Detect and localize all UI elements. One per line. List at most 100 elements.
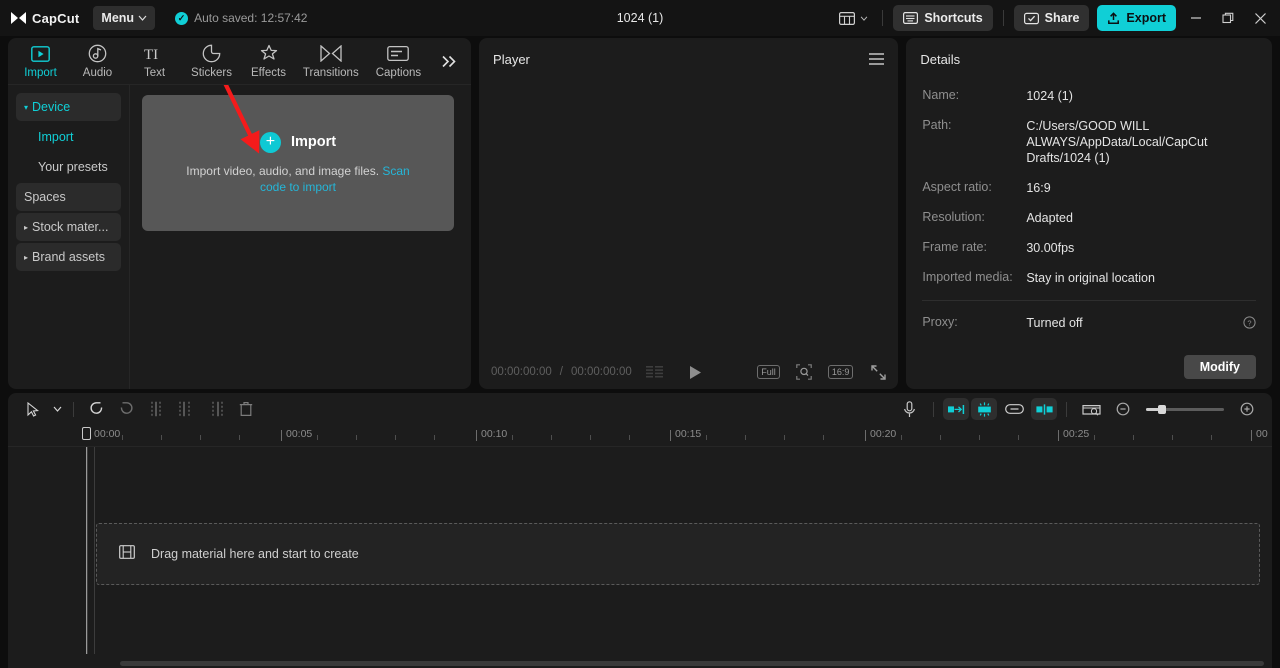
- ruler-tick: [1018, 435, 1019, 440]
- tab-import[interactable]: Import: [12, 39, 69, 83]
- details-header: Details: [906, 38, 1272, 80]
- close-button[interactable]: [1244, 3, 1276, 33]
- menu-button[interactable]: Menu: [93, 6, 155, 30]
- ruler-tick-major: [1251, 430, 1252, 441]
- ruler-tick: [1211, 435, 1212, 440]
- export-label: Export: [1126, 11, 1166, 25]
- ruler-tick: [239, 435, 240, 440]
- ruler-tick: [706, 435, 707, 440]
- details-panel: Details Name: 1024 (1) Path: C:/Users/GO…: [906, 38, 1272, 389]
- ruler-label: 00:15: [675, 428, 701, 440]
- mirror-split-icon[interactable]: [1031, 398, 1057, 420]
- sidebar-item-device[interactable]: ▾ Device: [16, 93, 121, 121]
- microphone-icon[interactable]: [894, 396, 924, 422]
- ruler-tick: [1094, 435, 1095, 440]
- detail-row-resolution: Resolution: Adapted: [922, 210, 1256, 226]
- layout-switch-button[interactable]: [831, 5, 876, 31]
- detail-value: Stay in original location: [1026, 270, 1256, 286]
- ruler-label: 00:00: [94, 428, 120, 440]
- ruler-tick: [395, 435, 396, 440]
- tab-captions[interactable]: Captions: [365, 39, 433, 83]
- dropzone-label: Drag material here and start to create: [151, 547, 359, 561]
- aspect-ratio-button[interactable]: 16:9: [828, 365, 854, 379]
- import-dropzone[interactable]: + Import Import video, audio, and image …: [142, 95, 454, 231]
- shortcuts-button[interactable]: Shortcuts: [893, 5, 992, 31]
- zoom-slider[interactable]: [1146, 408, 1224, 411]
- import-action[interactable]: + Import: [260, 132, 336, 153]
- player-menu-button[interactable]: [869, 53, 884, 65]
- total-time: 00:00:00:00: [571, 366, 632, 378]
- player-canvas[interactable]: [479, 80, 898, 355]
- playhead-handle[interactable]: [82, 427, 91, 440]
- zoom-slider-track[interactable]: [1146, 408, 1224, 411]
- ruler-label: 00:10: [481, 428, 507, 440]
- ruler-tick: [551, 435, 552, 440]
- magnetic-snap-icon[interactable]: [971, 398, 997, 420]
- tab-effects[interactable]: Effects: [240, 39, 297, 83]
- zoom-fit-icon[interactable]: [796, 364, 812, 380]
- redo-icon[interactable]: [111, 396, 141, 422]
- detail-row-path: Path: C:/Users/GOOD WILL ALWAYS/AppData/…: [922, 118, 1256, 166]
- share-button[interactable]: Share: [1014, 5, 1090, 31]
- detail-key: Resolution:: [922, 210, 1026, 226]
- zoom-out-icon[interactable]: [1108, 396, 1138, 422]
- detail-key: Path:: [922, 118, 1026, 166]
- sidebar-item-label: Import: [38, 130, 73, 144]
- menu-label: Menu: [101, 11, 134, 25]
- player-title: Player: [493, 52, 530, 67]
- timeline-horizontal-scrollbar[interactable]: [120, 661, 1264, 666]
- sidebar-item-import[interactable]: Import: [16, 123, 121, 151]
- ruler-tick: [317, 435, 318, 440]
- minimize-button[interactable]: [1180, 3, 1212, 33]
- timeline-dropzone[interactable]: Drag material here and start to create: [96, 523, 1260, 585]
- maximize-button[interactable]: [1212, 3, 1244, 33]
- sidebar-item-your-presets[interactable]: Your presets: [16, 153, 121, 181]
- more-tabs-button[interactable]: [432, 41, 467, 81]
- detail-value: Adapted: [1026, 210, 1256, 226]
- tab-audio[interactable]: Audio: [69, 39, 126, 83]
- quality-button[interactable]: Full: [757, 365, 780, 379]
- tab-stickers[interactable]: Stickers: [183, 39, 240, 83]
- zoom-slider-handle[interactable]: [1158, 405, 1166, 414]
- tool-dropdown-icon[interactable]: [48, 396, 66, 422]
- split-icon[interactable]: [141, 396, 171, 422]
- timeline-ruler[interactable]: 00:00 00:05 00:10 00:15 00:20: [8, 425, 1272, 447]
- trim-right-icon[interactable]: [201, 396, 231, 422]
- delete-icon[interactable]: [231, 396, 261, 422]
- stickers-icon: [202, 44, 221, 64]
- library-tabs: Import Audio TI: [8, 38, 471, 84]
- preview-thumbnail-icon[interactable]: [1076, 396, 1106, 422]
- player-header: Player: [479, 38, 898, 80]
- import-description: Import video, audio, and image files. Sc…: [173, 163, 423, 195]
- undo-icon[interactable]: [81, 396, 111, 422]
- library-body: ▾ Device Import Your presets Spaces ▸ St: [8, 84, 471, 389]
- export-button[interactable]: Export: [1097, 5, 1176, 31]
- fullscreen-icon[interactable]: [871, 365, 886, 380]
- filmstrip-icon: [119, 545, 135, 564]
- help-icon[interactable]: ?: [1243, 316, 1256, 332]
- details-rows: Name: 1024 (1) Path: C:/Users/GOOD WILL …: [906, 80, 1272, 345]
- divider: [933, 402, 934, 417]
- ruler-tick-major: [476, 430, 477, 441]
- select-tool-icon[interactable]: [18, 396, 48, 422]
- sidebar-item-brand-assets[interactable]: ▸ Brand assets: [16, 243, 121, 271]
- sidebar-item-label: Device: [32, 100, 70, 114]
- layout-icon: [839, 12, 855, 25]
- snap-to-left-icon[interactable]: [943, 398, 969, 420]
- sidebar-item-stock-materials[interactable]: ▸ Stock mater...: [16, 213, 121, 241]
- sidebar-item-spaces[interactable]: Spaces: [16, 183, 121, 211]
- play-button[interactable]: [689, 365, 702, 380]
- details-footer: Modify: [906, 345, 1272, 389]
- zoom-in-icon[interactable]: [1232, 396, 1262, 422]
- tab-transitions[interactable]: Transitions: [297, 39, 365, 83]
- list-view-icon[interactable]: [646, 366, 663, 378]
- modify-button[interactable]: Modify: [1184, 355, 1256, 379]
- trim-left-icon[interactable]: [171, 396, 201, 422]
- ruler-tick: [1172, 435, 1173, 440]
- timeline-tracks[interactable]: Drag material here and start to create: [8, 447, 1272, 668]
- ruler-tick: [940, 435, 941, 440]
- detail-value: Turned off: [1026, 315, 1256, 331]
- link-icon[interactable]: [999, 396, 1029, 422]
- tab-text[interactable]: TI Text: [126, 39, 183, 83]
- ruler-label: 00:25: [1063, 428, 1089, 440]
